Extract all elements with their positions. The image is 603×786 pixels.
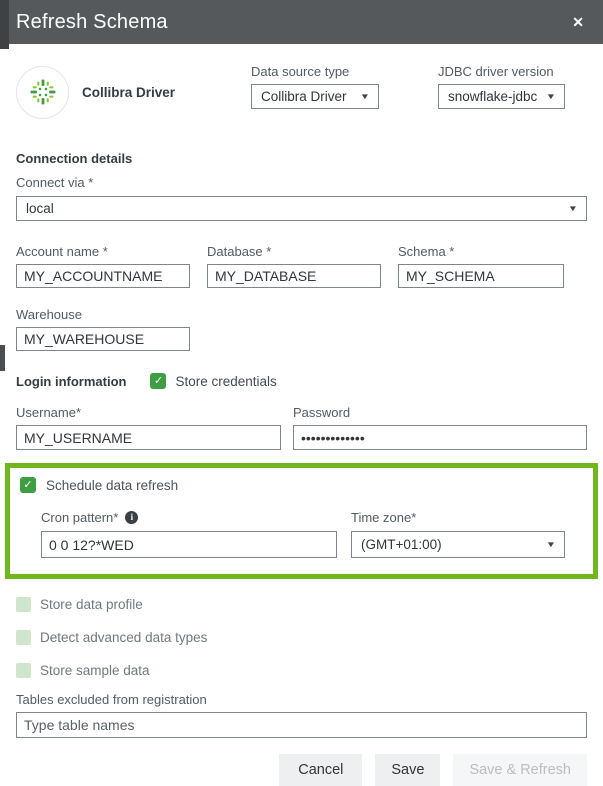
data-source-type-group: Data source type Collibra Driver ▼: [251, 64, 379, 109]
cancel-button[interactable]: Cancel: [279, 754, 362, 786]
connect-via-select[interactable]: local ▼: [16, 196, 587, 221]
password-label: Password: [293, 405, 587, 420]
database-group: Database *: [207, 244, 381, 288]
cron-pattern-label: Cron pattern*: [41, 510, 118, 525]
password-group: Password: [293, 405, 587, 450]
driver-name: Collibra Driver: [82, 85, 234, 100]
store-data-profile-row: Store data profile: [16, 597, 587, 612]
close-icon[interactable]: ✕: [572, 15, 584, 29]
cron-pattern-group: Cron pattern* i: [41, 510, 337, 558]
collibra-flower-icon: [28, 77, 58, 107]
account-name-label: Account name *: [16, 244, 190, 259]
info-icon[interactable]: i: [125, 511, 138, 524]
save-button[interactable]: Save: [375, 754, 440, 786]
store-credentials-checkbox[interactable]: ✓: [150, 373, 166, 389]
timezone-group: Time zone* (GMT+01:00) ▼: [351, 510, 565, 558]
schedule-data-refresh-checkbox[interactable]: ✓: [20, 477, 36, 493]
account-name-group: Account name *: [16, 244, 190, 288]
detect-advanced-data-types-row: Detect advanced data types: [16, 630, 587, 645]
dialog-body: Collibra Driver Data source type Collibr…: [0, 64, 603, 786]
username-label: Username*: [16, 405, 281, 420]
schedule-fields-row: Cron pattern* i Time zone* (GMT+01:00) ▼: [20, 510, 565, 558]
jdbc-version-group: JDBC driver version snowflake-jdbc ▼: [438, 64, 565, 109]
login-information-heading: Login information: [16, 374, 126, 389]
collibra-logo-icon: [16, 66, 69, 119]
store-sample-data-row: Store sample data: [16, 663, 587, 678]
chevron-down-icon: ▼: [360, 92, 370, 101]
dialog-footer: Cancel Save Save & Refresh: [16, 754, 587, 786]
schema-field[interactable]: [398, 264, 564, 288]
driver-row: Collibra Driver Data source type Collibr…: [16, 64, 587, 120]
username-group: Username*: [16, 405, 281, 450]
password-field[interactable]: [293, 425, 587, 450]
chevron-down-icon: ▼: [546, 540, 556, 549]
background-artifact-mid: [0, 345, 5, 371]
account-name-field[interactable]: [16, 264, 190, 288]
dialog-title: Refresh Schema: [16, 11, 168, 34]
schedule-data-refresh-highlight: ✓ Schedule data refresh Cron pattern* i …: [5, 463, 598, 579]
credentials-row: Username* Password: [16, 405, 587, 450]
chevron-down-icon: ▼: [546, 92, 556, 101]
warehouse-field[interactable]: [16, 327, 190, 351]
schema-group: Schema *: [398, 244, 564, 288]
jdbc-version-label: JDBC driver version: [438, 64, 565, 79]
store-credentials-label: Store credentials: [175, 374, 276, 389]
database-field[interactable]: [207, 264, 381, 288]
data-source-type-value: Collibra Driver: [261, 89, 347, 104]
timezone-value: (GMT+01:00): [361, 537, 442, 552]
check-icon: ✓: [154, 375, 163, 387]
schedule-checkbox-row: ✓ Schedule data refresh: [20, 477, 565, 493]
jdbc-version-value: snowflake-jdbc: [448, 89, 537, 104]
jdbc-version-select[interactable]: snowflake-jdbc ▼: [438, 84, 565, 109]
detect-advanced-data-types-checkbox[interactable]: [16, 630, 31, 645]
connect-via-value: local: [26, 201, 54, 216]
connection-fields-row: Account name * Database * Schema *: [16, 244, 587, 288]
timezone-select[interactable]: (GMT+01:00) ▼: [351, 531, 565, 558]
schema-label: Schema *: [398, 244, 564, 259]
dialog-header: Refresh Schema ✕: [0, 0, 603, 44]
warehouse-group: Warehouse: [16, 307, 190, 351]
data-source-type-label: Data source type: [251, 64, 379, 79]
schedule-data-refresh-label: Schedule data refresh: [46, 478, 178, 493]
timezone-label: Time zone*: [351, 510, 565, 525]
save-and-refresh-button[interactable]: Save & Refresh: [453, 754, 587, 786]
connection-details-heading: Connection details: [16, 151, 587, 166]
store-sample-data-checkbox[interactable]: [16, 663, 31, 678]
store-data-profile-checkbox[interactable]: [16, 597, 31, 612]
connect-via-label: Connect via *: [16, 175, 587, 190]
data-source-type-select[interactable]: Collibra Driver ▼: [251, 84, 379, 109]
tables-excluded-label: Tables excluded from registration: [16, 692, 587, 707]
warehouse-label: Warehouse: [16, 307, 190, 322]
database-label: Database *: [207, 244, 381, 259]
login-information-row: Login information ✓ Store credentials: [16, 373, 587, 389]
background-artifact-top: [0, 0, 9, 49]
username-field[interactable]: [16, 425, 281, 450]
store-sample-data-label: Store sample data: [40, 663, 150, 678]
detect-advanced-data-types-label: Detect advanced data types: [40, 630, 207, 645]
cron-pattern-field[interactable]: [41, 531, 337, 558]
chevron-down-icon: ▼: [568, 204, 578, 213]
check-icon: ✓: [23, 479, 32, 491]
store-data-profile-label: Store data profile: [40, 597, 143, 612]
tables-excluded-field[interactable]: [16, 712, 587, 738]
